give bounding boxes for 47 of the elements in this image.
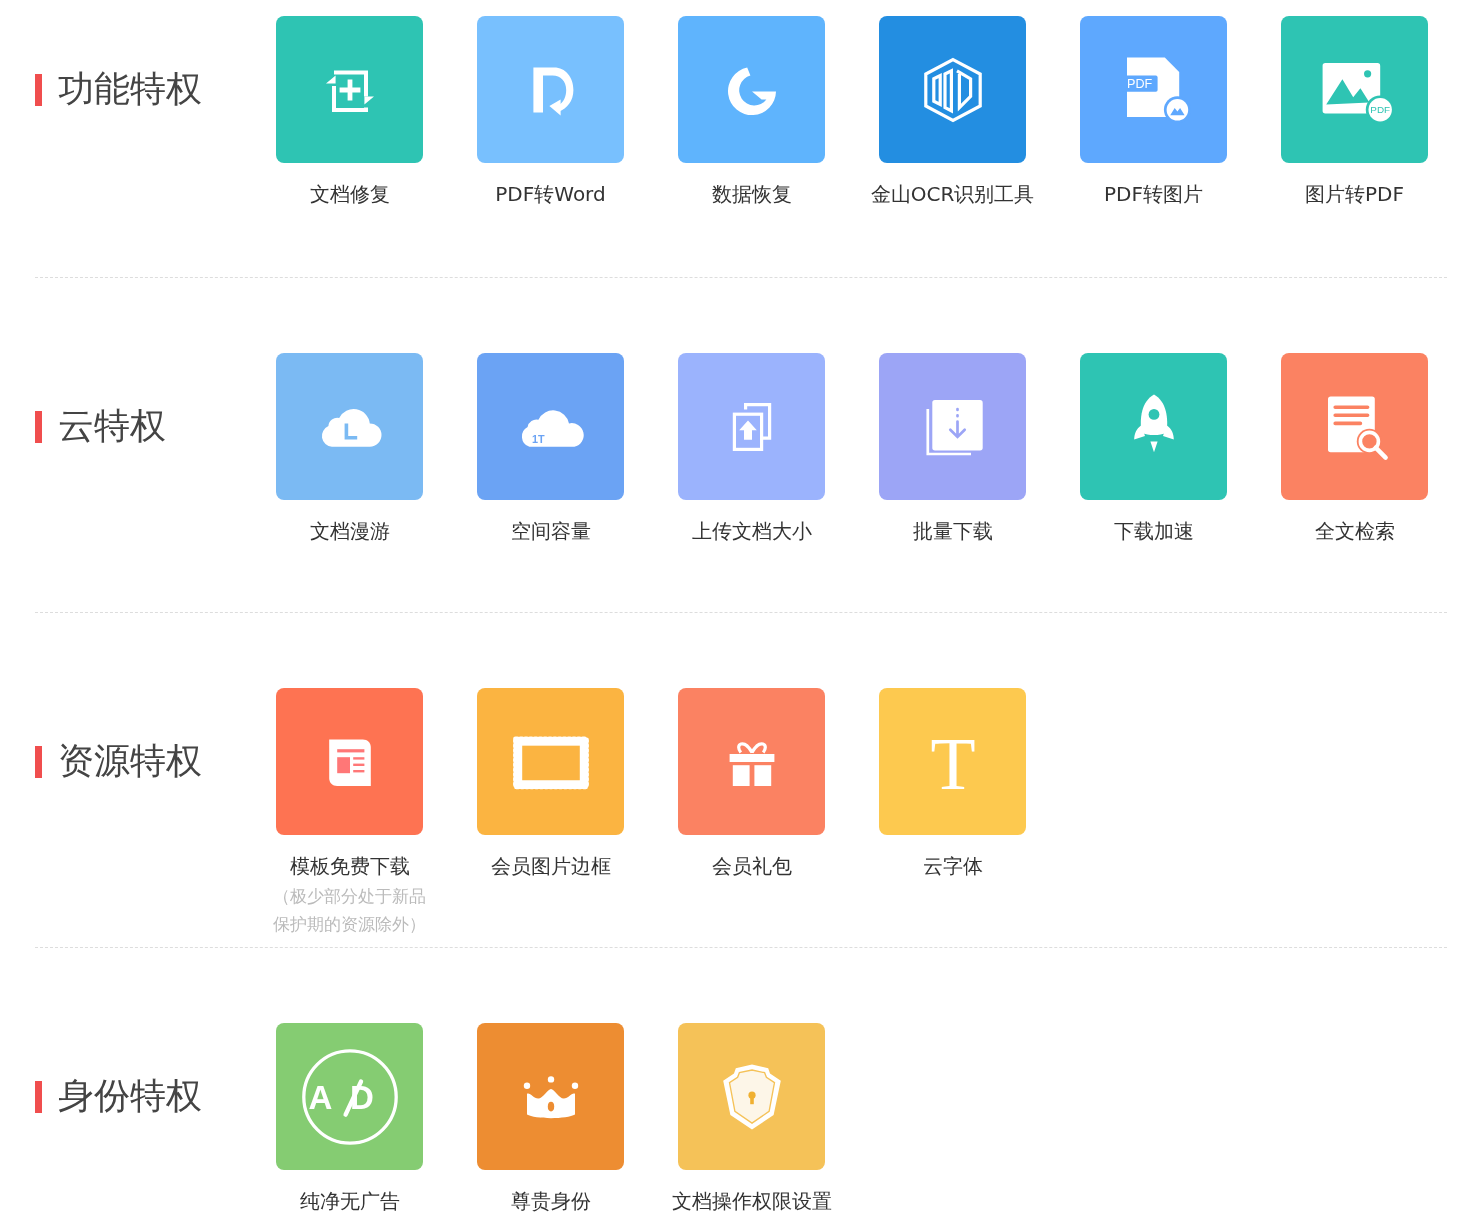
accent-bar	[35, 745, 42, 778]
feature-label: 会员礼包	[711, 853, 792, 880]
feature-tile[interactable]: T	[879, 688, 1026, 835]
feature-tile[interactable]	[276, 688, 423, 835]
section-title: 身份特权	[58, 1074, 202, 1118]
section-title: 云特权	[58, 404, 166, 448]
feature-tile[interactable]	[879, 16, 1026, 163]
feature-tile[interactable]	[477, 1023, 624, 1170]
letter-icon: T	[907, 716, 998, 807]
feature-tile[interactable]	[678, 688, 825, 835]
feature-tile[interactable]	[879, 353, 1026, 500]
feature-label: 尊贵身份	[510, 1188, 591, 1215]
section-title: 资源特权	[58, 739, 202, 783]
accent-bar	[35, 1080, 42, 1113]
feature-tile[interactable]	[1281, 353, 1428, 500]
feature-tile[interactable]	[477, 688, 624, 835]
feature-tile[interactable]: PDF	[1281, 16, 1428, 163]
feature-tile[interactable]	[276, 16, 423, 163]
feature-tile[interactable]	[477, 16, 624, 163]
feature-tile[interactable]: PDF	[1080, 16, 1227, 163]
feature-label: 文档修复	[309, 181, 390, 208]
feature-label: 会员图片边框	[490, 853, 611, 880]
feature-tile[interactable]	[678, 16, 825, 163]
section-title: 功能特权	[58, 67, 202, 111]
feature-tile[interactable]	[678, 1023, 825, 1170]
feature-label: 全文检索	[1314, 518, 1395, 545]
feature-label: 金山OCR识别工具	[870, 181, 1035, 208]
feature-label: PDF转Word	[495, 181, 606, 208]
feature-label: 文档操作权限设置	[671, 1188, 832, 1215]
feature-label: 纯净无广告	[299, 1188, 400, 1215]
feature-tile[interactable]	[276, 353, 423, 500]
accent-bar	[35, 410, 42, 443]
feature-label: 上传文档大小	[691, 518, 812, 545]
feature-label: 图片转PDF	[1305, 181, 1404, 208]
feature-label: 数据恢复	[711, 181, 792, 208]
feature-label: 模板免费下载	[289, 853, 410, 880]
feature-label: 空间容量	[510, 518, 591, 545]
feature-label: 文档漫游	[309, 518, 390, 545]
feature-label: 下载加速	[1113, 518, 1194, 545]
accent-bar	[35, 73, 42, 106]
feature-tile[interactable]: 1T	[477, 353, 624, 500]
feature-tile[interactable]	[1080, 353, 1227, 500]
feature-note: （极少部分处于新品保护期的资源除外）	[272, 885, 427, 936]
feature-label: 云字体	[922, 853, 983, 880]
feature-label: PDF转图片	[1104, 181, 1203, 208]
feature-tile[interactable]	[678, 353, 825, 500]
feature-label: 批量下载	[912, 518, 993, 545]
